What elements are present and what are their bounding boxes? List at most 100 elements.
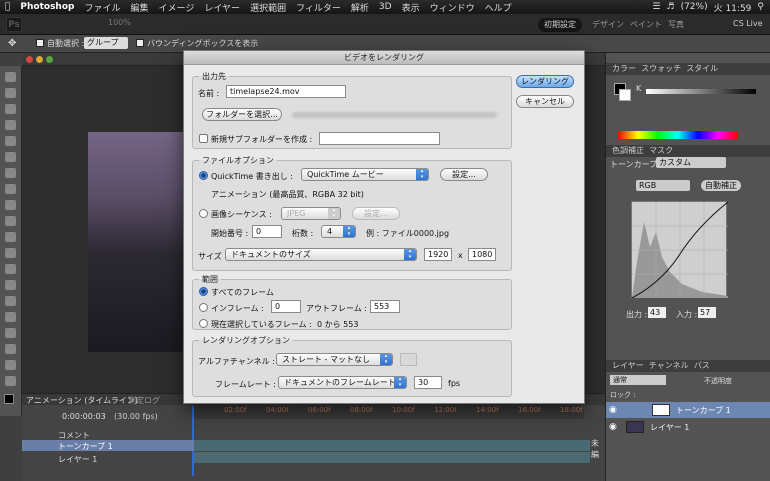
eye-icon[interactable]: ◉ <box>609 422 617 432</box>
subfolder-name-input[interactable] <box>319 132 440 145</box>
eyedropper-tool-icon[interactable] <box>5 152 16 162</box>
alpha-channel-select[interactable]: ストレート - マットなし <box>276 353 393 366</box>
zoom-level[interactable]: 100% <box>108 18 131 27</box>
brush-tool-icon[interactable] <box>5 184 16 194</box>
time-ruler[interactable]: 02:00f 04:00f 06:00f 08:00f 10:00f 12:00… <box>194 405 584 419</box>
quicktime-format-select[interactable]: QuickTime ムービー <box>301 168 429 181</box>
marquee-tool-icon[interactable] <box>5 88 16 98</box>
eraser-tool-icon[interactable] <box>5 232 16 242</box>
track-bar-curves[interactable] <box>194 440 590 451</box>
menu-window[interactable]: ウィンドウ <box>425 1 480 14</box>
gradient-tool-icon[interactable] <box>5 248 16 258</box>
tab-animation-timeline[interactable]: アニメーション (タイムライン) <box>26 395 138 406</box>
background-color-chip[interactable] <box>619 89 631 101</box>
close-icon[interactable] <box>26 56 33 63</box>
blend-mode-select[interactable]: 通常 <box>610 375 666 385</box>
tab-measurement-log[interactable]: 測定ログ <box>128 395 160 406</box>
menu-analysis[interactable]: 解析 <box>346 1 374 14</box>
move-tool-icon[interactable] <box>5 72 16 82</box>
tab-adjustments[interactable]: 色調補正 <box>612 146 644 155</box>
curves-input-field[interactable]: 57 <box>698 307 716 318</box>
crop-tool-icon[interactable] <box>5 136 16 146</box>
quicktime-settings-button[interactable]: 設定... <box>440 168 488 181</box>
eye-icon[interactable]: ◉ <box>609 405 617 415</box>
apple-icon[interactable]:  <box>0 2 15 12</box>
tab-channels[interactable]: チャンネル <box>649 361 689 370</box>
curves-output-field[interactable]: 43 <box>648 307 666 318</box>
tab-layers[interactable]: レイヤー <box>612 361 644 370</box>
track-row-curves[interactable]: トーンカーブ 1 <box>22 440 194 451</box>
new-subfolder-checkbox[interactable] <box>199 134 208 143</box>
volume-icon[interactable]: ♬ <box>666 2 674 12</box>
menu-help[interactable]: ヘルプ <box>480 1 517 14</box>
layer-row-layer1[interactable]: ◉ レイヤー 1 <box>606 419 770 435</box>
cs-live-button[interactable]: CS Live <box>733 19 763 28</box>
sequence-settings-button[interactable]: 設定... <box>352 207 400 220</box>
quicktime-radio[interactable] <box>199 171 208 180</box>
menu-select[interactable]: 選択範囲 <box>245 1 291 14</box>
current-selection-radio[interactable] <box>199 319 208 328</box>
image-sequence-radio[interactable] <box>199 209 208 218</box>
menu-view[interactable]: 表示 <box>397 1 425 14</box>
foreground-color-swatch[interactable] <box>4 394 14 404</box>
track-layer1[interactable]: レイヤー 1 <box>58 454 97 465</box>
lasso-tool-icon[interactable] <box>5 104 16 114</box>
canvas-image[interactable] <box>88 132 184 352</box>
battery-status[interactable]: (72%) <box>681 2 708 12</box>
all-frames-radio[interactable] <box>199 287 208 296</box>
layer-row-curves[interactable]: ◉ トーンカーブ 1 <box>606 402 770 418</box>
history-brush-tool-icon[interactable] <box>5 216 16 226</box>
auto-button[interactable]: 自動補正 <box>701 180 741 191</box>
tab-paths[interactable]: パス <box>694 361 710 370</box>
menu-image[interactable]: イメージ <box>154 1 200 14</box>
channel-select[interactable]: RGB <box>636 180 690 191</box>
preset-select[interactable]: カスタム <box>656 157 726 168</box>
track-bar-layer1[interactable] <box>194 452 590 463</box>
start-number-input[interactable]: 0 <box>252 225 282 238</box>
zoom-tool-icon[interactable] <box>5 376 16 386</box>
path-select-tool-icon[interactable] <box>5 328 16 338</box>
hand-tool-icon[interactable] <box>5 360 16 370</box>
tab-color[interactable]: カラー <box>612 64 636 73</box>
render-button[interactable]: レンダリング <box>516 75 574 88</box>
healing-brush-tool-icon[interactable] <box>5 168 16 178</box>
digits-select[interactable]: 4 <box>321 225 356 238</box>
in-out-frames-radio[interactable] <box>199 303 208 312</box>
blur-tool-icon[interactable] <box>5 264 16 274</box>
spotlight-icon[interactable]: ⚲ <box>757 2 764 12</box>
menu-filter[interactable]: フィルター <box>291 1 346 14</box>
type-tool-icon[interactable] <box>5 312 16 322</box>
auto-select-checkbox[interactable] <box>36 39 44 47</box>
workspace-essentials[interactable]: 初期設定 <box>538 18 582 32</box>
tab-styles[interactable]: スタイル <box>686 64 718 73</box>
width-input[interactable]: 1920 <box>424 248 452 261</box>
height-input[interactable]: 1080 <box>468 248 496 261</box>
workspace-photo[interactable]: 写真 <box>662 18 690 32</box>
menu-app-name[interactable]: Photoshop <box>15 2 79 12</box>
menu-3d[interactable]: 3D <box>374 2 397 12</box>
k-slider[interactable] <box>646 89 756 94</box>
name-input[interactable]: timelapse24.mov <box>226 85 346 98</box>
menu-layer[interactable]: レイヤー <box>199 1 245 14</box>
frame-rate-select[interactable]: ドキュメントのフレームレート <box>278 376 407 389</box>
pen-tool-icon[interactable] <box>5 296 16 306</box>
dodge-tool-icon[interactable] <box>5 280 16 290</box>
move-tool-icon[interactable]: ✥ <box>8 38 24 49</box>
menu-file[interactable]: ファイル <box>79 1 125 14</box>
sequence-format-select[interactable]: JPEG <box>281 207 341 220</box>
select-folder-button[interactable]: フォルダーを選択... <box>202 108 282 121</box>
clock[interactable]: 火 11:59 <box>714 1 752 14</box>
zoom-window-icon[interactable] <box>46 56 53 63</box>
matte-color-swatch[interactable] <box>400 353 417 366</box>
auto-select-target-select[interactable]: グループ <box>84 37 128 49</box>
menu-edit[interactable]: 編集 <box>125 1 153 14</box>
curves-graph[interactable] <box>631 201 728 298</box>
bounding-box-checkbox[interactable] <box>136 39 144 47</box>
tab-swatches[interactable]: スウォッチ <box>641 64 681 73</box>
color-ramp[interactable] <box>618 131 738 139</box>
clone-stamp-tool-icon[interactable] <box>5 200 16 210</box>
cancel-button[interactable]: キャンセル <box>516 95 574 108</box>
tab-masks[interactable]: マスク <box>649 146 673 155</box>
minimize-icon[interactable] <box>36 56 43 63</box>
shape-tool-icon[interactable] <box>5 344 16 354</box>
